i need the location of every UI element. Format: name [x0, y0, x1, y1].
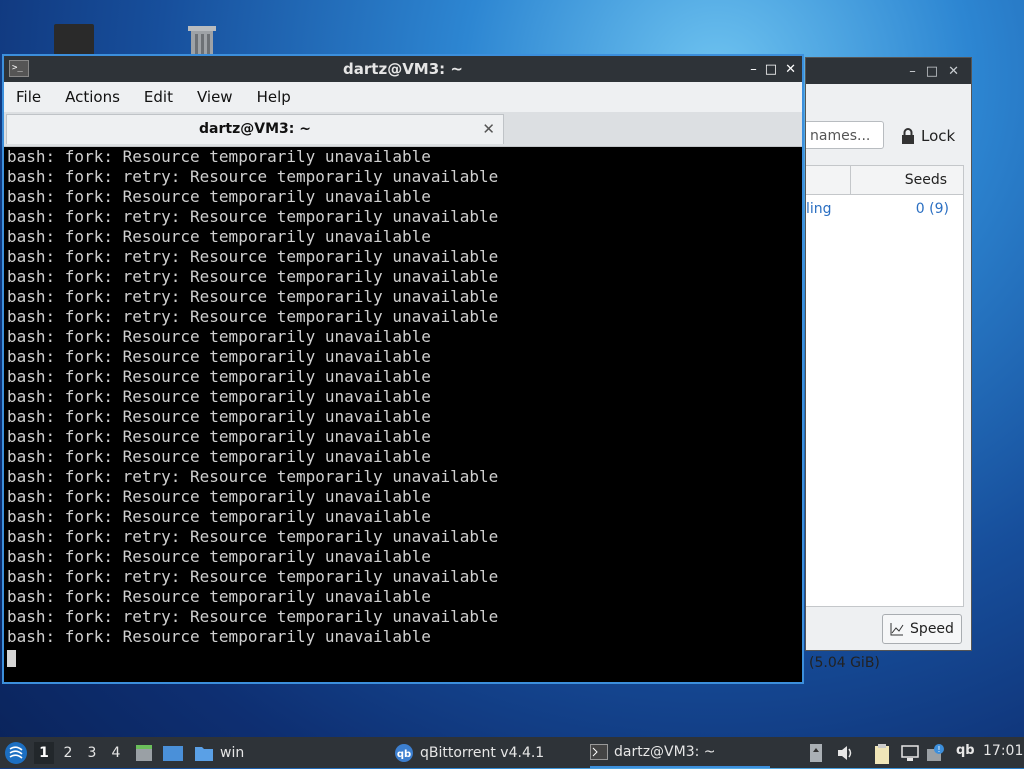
workspace-4[interactable]: 4 [106, 742, 126, 764]
row-status: ling [806, 201, 832, 217]
file-manager-icon [136, 744, 152, 761]
task-label: qBittorrent v4.4.1 [420, 744, 545, 761]
workspace-3[interactable]: 3 [82, 742, 102, 764]
terminal-line: bash: fork: retry: Resource temporarily … [7, 287, 499, 306]
menu-edit[interactable]: Edit [132, 88, 185, 106]
folder-icon [195, 746, 213, 761]
lock-icon [902, 128, 914, 144]
lubuntu-logo-icon [5, 741, 27, 764]
terminal-line: bash: fork: Resource temporarily unavail… [7, 387, 431, 406]
terminal-line: bash: fork: Resource temporarily unavail… [7, 347, 431, 366]
terminal-line: bash: fork: Resource temporarily unavail… [7, 187, 431, 206]
lock-label: Lock [921, 127, 956, 145]
terminal-line: bash: fork: Resource temporarily unavail… [7, 507, 431, 526]
clipboard-icon[interactable] [872, 743, 892, 764]
removable-media-icon[interactable] [808, 743, 824, 763]
task-win-folder[interactable]: win [194, 737, 244, 768]
terminal-line: bash: fork: Resource temporarily unavail… [7, 587, 431, 606]
tab-label: dartz@VM3: ~ [199, 121, 311, 137]
update-notifier-icon[interactable]: ! [926, 743, 946, 763]
terminal-window[interactable]: >_ dartz@VM3: ~ – □ ✕ File Actions Edit … [2, 54, 804, 684]
tab-close-icon[interactable]: ✕ [482, 115, 495, 143]
desktop-icon [163, 745, 183, 761]
column-header-seeds[interactable]: Seeds [851, 166, 963, 194]
column-header-status[interactable] [806, 166, 851, 194]
network-icon[interactable] [900, 743, 920, 763]
clock[interactable]: 17:01 [983, 743, 1023, 763]
table-row[interactable]: ling 0 (9) [806, 195, 963, 217]
terminal-line: bash: fork: retry: Resource temporarily … [7, 467, 499, 486]
speed-label: Speed [910, 621, 954, 637]
task-label: dartz@VM3: ~ [614, 743, 716, 760]
terminal-line: bash: fork: retry: Resource temporarily … [7, 527, 499, 546]
cursor-line [7, 647, 802, 667]
terminal-line: bash: fork: retry: Resource temporarily … [7, 607, 499, 626]
terminal-line: bash: fork: retry: Resource temporarily … [7, 567, 499, 586]
terminal-line: bash: fork: retry: Resource temporarily … [7, 307, 499, 326]
menu-bar: File Actions Edit View Help [4, 82, 802, 112]
minimize-icon[interactable]: – [750, 62, 757, 77]
row-seeds: 0 (9) [915, 201, 949, 217]
taskbar: 1 2 3 4 win qb qBittorrent v4.4.1 dartz@… [0, 737, 1024, 768]
tab-terminal[interactable]: dartz@VM3: ~ ✕ [6, 114, 504, 144]
monitor-icon[interactable] [54, 24, 94, 56]
terminal-output[interactable]: bash: fork: Resource temporarily unavail… [4, 147, 802, 682]
file-manager-launcher[interactable] [134, 737, 154, 768]
task-terminal[interactable]: dartz@VM3: ~ [590, 737, 770, 768]
lock-button[interactable]: Lock [901, 127, 955, 145]
terminal-line: bash: fork: Resource temporarily unavail… [7, 227, 431, 246]
maximize-icon[interactable]: □ [926, 64, 938, 79]
terminal-line: bash: fork: retry: Resource temporarily … [7, 267, 499, 286]
menu-help[interactable]: Help [245, 88, 303, 106]
close-icon[interactable]: ✕ [785, 62, 796, 77]
terminal-line: bash: fork: Resource temporarily unavail… [7, 427, 431, 446]
menu-actions[interactable]: Actions [53, 88, 132, 106]
terminal-line: bash: fork: retry: Resource temporarily … [7, 167, 499, 186]
minimize-icon[interactable]: – [909, 64, 916, 79]
terminal-line: bash: fork: Resource temporarily unavail… [7, 407, 431, 426]
show-desktop-launcher[interactable] [162, 737, 184, 768]
menu-view[interactable]: View [185, 88, 245, 106]
maximize-icon[interactable]: □ [765, 62, 777, 77]
close-icon[interactable]: ✕ [948, 64, 959, 79]
tab-bar: dartz@VM3: ~ ✕ [4, 112, 802, 147]
torrent-table[interactable]: Seeds ling 0 (9) [806, 165, 964, 607]
terminal-line: bash: fork: retry: Resource temporarily … [7, 247, 499, 266]
qbittorrent-icon: qb [395, 743, 413, 762]
status-bar-text: (5.04 GiB) [809, 655, 880, 671]
workspace-1[interactable]: 1 [34, 742, 54, 764]
text-cursor [7, 650, 16, 667]
terminal-line: bash: fork: Resource temporarily unavail… [7, 487, 431, 506]
svg-text:!: ! [937, 745, 940, 754]
terminal-icon [590, 743, 608, 760]
svg-text:qb: qb [397, 749, 411, 760]
trash-icon[interactable] [184, 22, 220, 56]
task-qbittorrent[interactable]: qb qBittorrent v4.4.1 [394, 737, 544, 768]
terminal-line: bash: fork: Resource temporarily unavail… [7, 327, 431, 346]
terminal-line: bash: fork: Resource temporarily unavail… [7, 147, 431, 166]
speed-button[interactable]: Speed [882, 614, 962, 644]
workspace-2[interactable]: 2 [58, 742, 78, 764]
terminal-line: bash: fork: Resource temporarily unavail… [7, 627, 431, 646]
terminal-titlebar[interactable]: >_ dartz@VM3: ~ – □ ✕ [4, 56, 802, 82]
qbittorrent-titlebar[interactable]: – □ ✕ [806, 58, 971, 84]
menu-file[interactable]: File [4, 88, 53, 106]
search-input[interactable]: names... [806, 121, 884, 149]
terminal-line: bash: fork: Resource temporarily unavail… [7, 367, 431, 386]
qbittorrent-window[interactable]: – □ ✕ names... Lock Seeds ling 0 (9) Spe… [805, 57, 972, 671]
terminal-line: bash: fork: Resource temporarily unavail… [7, 547, 431, 566]
task-label: win [220, 744, 245, 761]
terminal-line: bash: fork: retry: Resource temporarily … [7, 207, 499, 226]
terminal-line: bash: fork: Resource temporarily unavail… [7, 447, 431, 466]
window-title: dartz@VM3: ~ [343, 60, 463, 78]
qbittorrent-tray-icon[interactable]: qb [956, 743, 975, 763]
chart-icon [890, 623, 904, 636]
start-menu-button[interactable] [4, 737, 28, 768]
volume-icon[interactable] [836, 743, 856, 763]
